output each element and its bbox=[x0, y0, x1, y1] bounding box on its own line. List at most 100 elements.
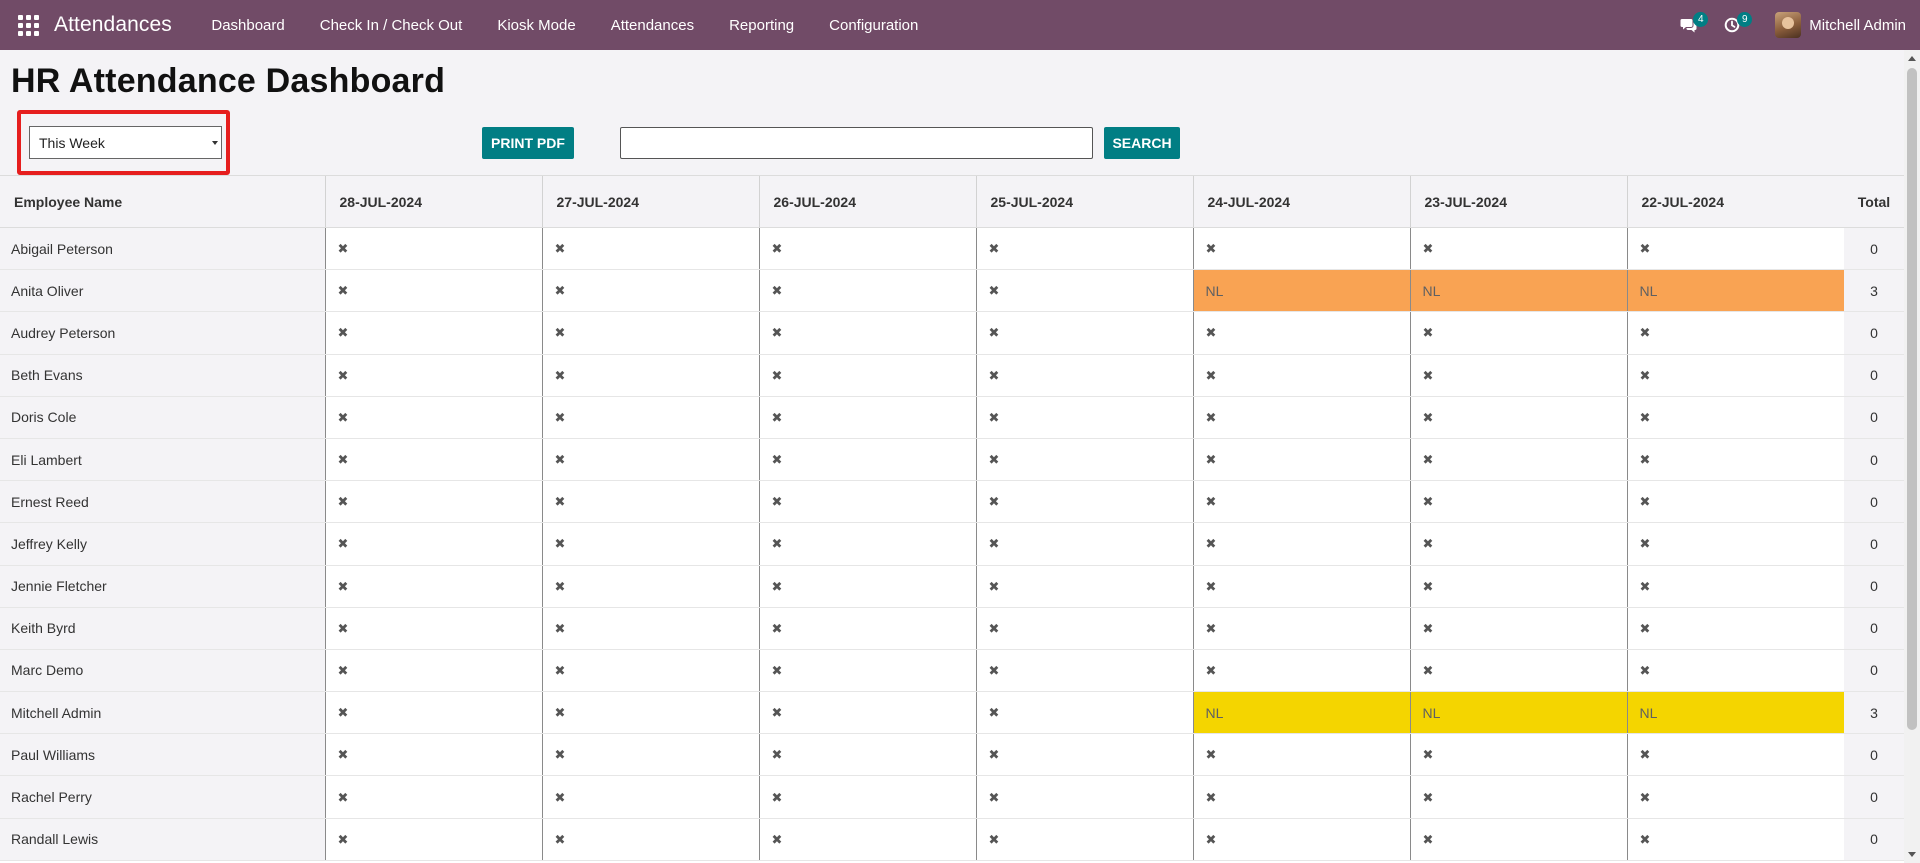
absent-x-icon: ✖ bbox=[988, 747, 1000, 763]
absent-cell: ✖ bbox=[541, 396, 759, 439]
absent-cell: ✖ bbox=[541, 480, 759, 524]
absent-cell: ✖ bbox=[541, 691, 759, 735]
table-row: Abigail Peterson ✖ ✖ ✖ ✖ ✖ ✖ ✖ 0 bbox=[0, 227, 1904, 271]
print-pdf-button[interactable]: PRINT PDF bbox=[482, 127, 574, 159]
period-select-value: This Week bbox=[39, 135, 105, 151]
absent-cell: ✖ bbox=[541, 227, 759, 271]
absent-cell: ✖ bbox=[1192, 818, 1410, 861]
absent-x-icon: ✖ bbox=[554, 325, 566, 341]
nav-item-kiosk-mode[interactable]: Kiosk Mode bbox=[480, 17, 593, 34]
absent-x-icon: ✖ bbox=[1205, 662, 1217, 678]
absent-x-icon: ✖ bbox=[554, 283, 566, 299]
absent-x-icon: ✖ bbox=[554, 536, 566, 552]
column-header-date: 27-JUL-2024 bbox=[541, 175, 759, 228]
nav-item-configuration[interactable]: Configuration bbox=[812, 17, 936, 34]
period-select[interactable]: This Week bbox=[29, 126, 222, 159]
absent-x-icon: ✖ bbox=[771, 747, 783, 763]
messages-badge: 4 bbox=[1693, 12, 1709, 27]
page-scrollbar[interactable] bbox=[1904, 50, 1920, 863]
user-menu[interactable]: Mitchell Admin bbox=[1775, 12, 1906, 38]
absent-cell: ✖ bbox=[1626, 480, 1844, 524]
nav-item-reporting[interactable]: Reporting bbox=[712, 17, 812, 34]
absent-cell: ✖ bbox=[541, 438, 759, 482]
absent-cell: ✖ bbox=[758, 354, 976, 397]
absent-x-icon: ✖ bbox=[988, 578, 1000, 594]
absent-cell: ✖ bbox=[1192, 733, 1410, 777]
absent-cell: ✖ bbox=[1409, 649, 1627, 693]
employee-name: Eli Lambert bbox=[0, 438, 325, 482]
employee-name: Rachel Perry bbox=[0, 775, 325, 819]
messages-icon[interactable]: 4 bbox=[1673, 10, 1709, 40]
absent-x-icon: ✖ bbox=[1422, 536, 1434, 552]
absent-x-icon: ✖ bbox=[771, 241, 783, 257]
table-row: Audrey Peterson ✖ ✖ ✖ ✖ ✖ ✖ ✖ 0 bbox=[0, 311, 1904, 355]
absent-x-icon: ✖ bbox=[988, 367, 1000, 383]
employee-name: Ernest Reed bbox=[0, 480, 325, 524]
nav-item-attendances[interactable]: Attendances bbox=[593, 17, 711, 34]
scroll-up-arrow-icon[interactable] bbox=[1908, 56, 1916, 61]
column-header-date: 23-JUL-2024 bbox=[1409, 175, 1627, 228]
table-row: Rachel Perry ✖ ✖ ✖ ✖ ✖ ✖ ✖ 0 bbox=[0, 775, 1904, 819]
absent-cell: ✖ bbox=[758, 227, 976, 271]
absent-cell: ✖ bbox=[975, 733, 1193, 777]
absent-x-icon: ✖ bbox=[771, 705, 783, 721]
nav-item-dashboard[interactable]: Dashboard bbox=[194, 17, 302, 34]
absent-cell: ✖ bbox=[324, 733, 542, 777]
scrollbar-thumb[interactable] bbox=[1907, 68, 1917, 730]
absent-x-icon: ✖ bbox=[1639, 241, 1651, 257]
absent-cell: ✖ bbox=[1409, 311, 1627, 355]
absent-cell: ✖ bbox=[324, 311, 542, 355]
column-header-date: 26-JUL-2024 bbox=[758, 175, 976, 228]
app-title[interactable]: Attendances bbox=[54, 13, 172, 37]
absent-x-icon: ✖ bbox=[1639, 536, 1651, 552]
table-row: Mitchell Admin ✖ ✖ ✖ ✖ NL NL NL 3 bbox=[0, 691, 1904, 735]
absent-cell: ✖ bbox=[1626, 775, 1844, 819]
scroll-down-arrow-icon[interactable] bbox=[1908, 852, 1916, 857]
absent-cell: ✖ bbox=[975, 480, 1193, 524]
absent-cell: ✖ bbox=[541, 311, 759, 355]
total-cell: 0 bbox=[1844, 607, 1904, 650]
table-row: Jennie Fletcher ✖ ✖ ✖ ✖ ✖ ✖ ✖ 0 bbox=[0, 565, 1904, 608]
attendance-table-container: Employee Name 28-JUL-2024 27-JUL-2024 26-JU… bbox=[0, 175, 1904, 863]
absent-x-icon: ✖ bbox=[771, 494, 783, 510]
absent-x-icon: ✖ bbox=[1639, 620, 1651, 636]
search-button[interactable]: SEARCH bbox=[1104, 127, 1180, 159]
total-cell: 0 bbox=[1844, 649, 1904, 693]
absent-cell: ✖ bbox=[975, 396, 1193, 439]
activities-clock-icon[interactable]: 9 bbox=[1717, 10, 1753, 40]
app-grid-icon[interactable] bbox=[14, 11, 42, 39]
absent-x-icon: ✖ bbox=[988, 705, 1000, 721]
absent-x-icon: ✖ bbox=[554, 367, 566, 383]
employee-name: Mitchell Admin bbox=[0, 691, 325, 735]
absent-x-icon: ✖ bbox=[1422, 662, 1434, 678]
absent-cell: ✖ bbox=[1192, 480, 1410, 524]
absent-x-icon: ✖ bbox=[1205, 536, 1217, 552]
absent-x-icon: ✖ bbox=[1639, 789, 1651, 805]
absent-cell: ✖ bbox=[1626, 227, 1844, 271]
total-cell: 0 bbox=[1844, 565, 1904, 608]
navbar-right: 4 9 Mitchell Admin bbox=[1673, 0, 1920, 50]
absent-cell: ✖ bbox=[758, 733, 976, 777]
column-header-date: 22-JUL-2024 bbox=[1626, 175, 1844, 228]
search-input[interactable] bbox=[620, 127, 1093, 159]
absent-x-icon: ✖ bbox=[1205, 367, 1217, 383]
absent-cell: ✖ bbox=[758, 269, 976, 313]
leave-cell: NL bbox=[1409, 269, 1627, 313]
absent-cell: ✖ bbox=[975, 607, 1193, 650]
column-header-date: 24-JUL-2024 bbox=[1192, 175, 1410, 228]
table-row: Jeffrey Kelly ✖ ✖ ✖ ✖ ✖ ✖ ✖ 0 bbox=[0, 522, 1904, 566]
absent-cell: ✖ bbox=[1409, 480, 1627, 524]
absent-x-icon: ✖ bbox=[1422, 747, 1434, 763]
absent-x-icon: ✖ bbox=[1422, 620, 1434, 636]
absent-x-icon: ✖ bbox=[337, 662, 349, 678]
absent-cell: ✖ bbox=[324, 438, 542, 482]
absent-x-icon: ✖ bbox=[1639, 452, 1651, 468]
absent-x-icon: ✖ bbox=[337, 578, 349, 594]
absent-cell: ✖ bbox=[975, 818, 1193, 861]
absent-cell: ✖ bbox=[758, 480, 976, 524]
nav-item-check-in-check-out[interactable]: Check In / Check Out bbox=[302, 17, 480, 34]
absent-x-icon: ✖ bbox=[554, 241, 566, 257]
absent-x-icon: ✖ bbox=[1422, 409, 1434, 425]
table-row: Beth Evans ✖ ✖ ✖ ✖ ✖ ✖ ✖ 0 bbox=[0, 354, 1904, 397]
absent-x-icon: ✖ bbox=[771, 662, 783, 678]
